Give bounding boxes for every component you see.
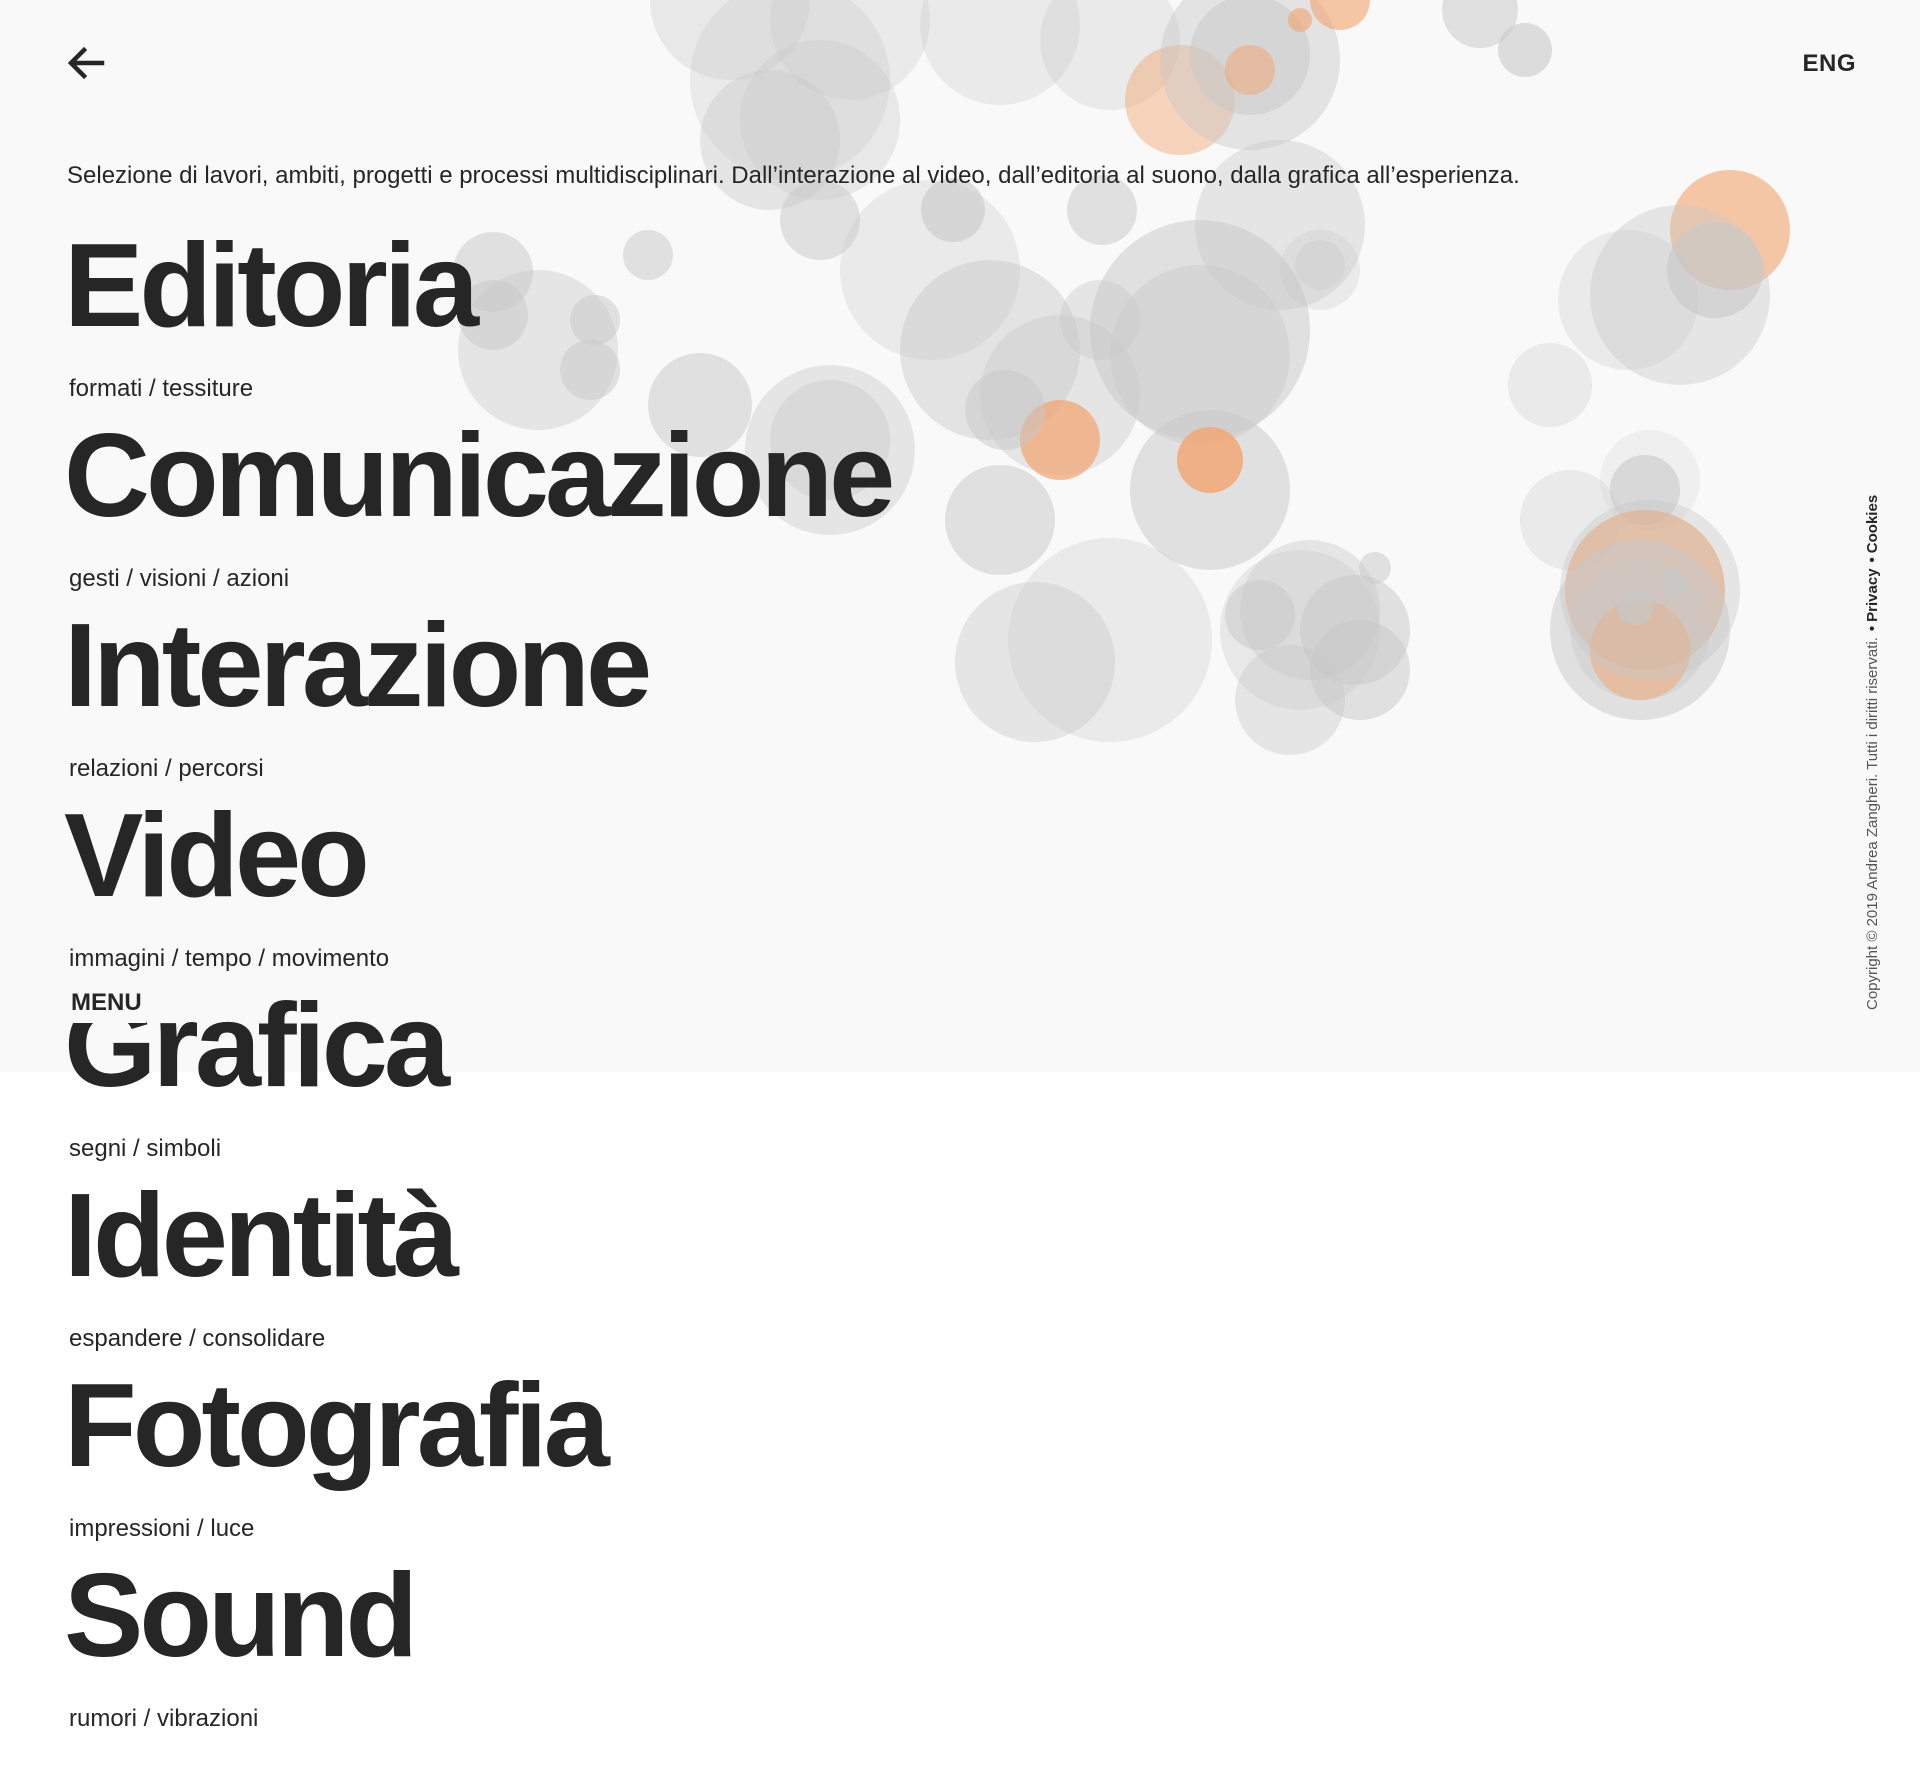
decorative-bubble: [1090, 220, 1310, 440]
category-title-fotografia[interactable]: Fotografia: [64, 1366, 891, 1488]
decorative-bubble: [1225, 45, 1275, 95]
language-switch[interactable]: ENG: [1802, 50, 1856, 78]
category-item: Fotografia impressioni / luce: [64, 1366, 891, 1556]
decorative-bubble: [945, 465, 1055, 575]
cookies-link[interactable]: Cookies: [1864, 495, 1881, 553]
decorative-bubble: [1508, 343, 1592, 427]
category-title-identita[interactable]: Identità: [64, 1176, 891, 1298]
side-footer: Copyright © 2019 Andrea Zangheri. Tutti …: [1864, 495, 1881, 1010]
back-arrow-icon[interactable]: [66, 46, 106, 80]
decorative-bubble: [965, 370, 1045, 450]
decorative-bubble: [1498, 23, 1552, 77]
category-title-editoria[interactable]: Editoria: [64, 226, 891, 348]
category-subtitle: immagini / tempo / movimento: [69, 945, 390, 972]
category-list: Editoria formati / tessiture Comunicazio…: [64, 226, 895, 1746]
category-item: Video immagini / tempo / movimento: [64, 796, 891, 986]
decorative-bubble: [1288, 8, 1312, 32]
footer-separator: •: [1864, 625, 1881, 632]
category-item: Identità espandere / consolidare: [64, 1176, 891, 1366]
category-subtitle: impressioni / luce: [69, 1515, 255, 1542]
category-subtitle: rumori / vibrazioni: [69, 1705, 259, 1732]
category-subtitle: relazioni / percorsi: [69, 755, 264, 782]
category-item: Interazione relazioni / percorsi: [64, 606, 891, 796]
decorative-bubble: [1560, 500, 1740, 680]
intro-text: Selezione di lavori, ambiti, progetti e …: [67, 162, 1520, 189]
menu-button[interactable]: MENU: [71, 989, 146, 1023]
category-item: Editoria formati / tessiture: [64, 226, 891, 416]
decorative-bubble: [955, 582, 1115, 742]
category-subtitle: formati / tessiture: [69, 375, 254, 402]
category-title-interazione[interactable]: Interazione: [64, 606, 891, 728]
category-subtitle: espandere / consolidare: [69, 1325, 326, 1352]
category-title-sound[interactable]: Sound: [64, 1556, 891, 1678]
decorative-bubble: [1235, 645, 1345, 755]
category-title-comunicazione[interactable]: Comunicazione: [64, 416, 895, 538]
category-item: Comunicazione gesti / visioni / azioni: [64, 416, 895, 606]
copyright-text: Copyright © 2019 Andrea Zangheri. Tutti …: [1864, 637, 1881, 1010]
footer-separator: •: [1864, 557, 1881, 563]
privacy-link[interactable]: Privacy: [1864, 568, 1881, 621]
category-title-grafica[interactable]: Grafica: [64, 986, 891, 1108]
category-title-video[interactable]: Video: [64, 796, 891, 918]
decorative-bubble: [1280, 230, 1360, 310]
category-subtitle: segni / simboli: [69, 1135, 222, 1162]
decorative-bubble: [1558, 230, 1698, 370]
category-subtitle: gesti / visioni / azioni: [69, 565, 290, 592]
category-item: Sound rumori / vibrazioni: [64, 1556, 891, 1746]
decorative-bubble: [1177, 427, 1243, 493]
category-item: Grafica segni / simboli: [64, 986, 891, 1176]
decorative-bubble: [1359, 552, 1391, 584]
